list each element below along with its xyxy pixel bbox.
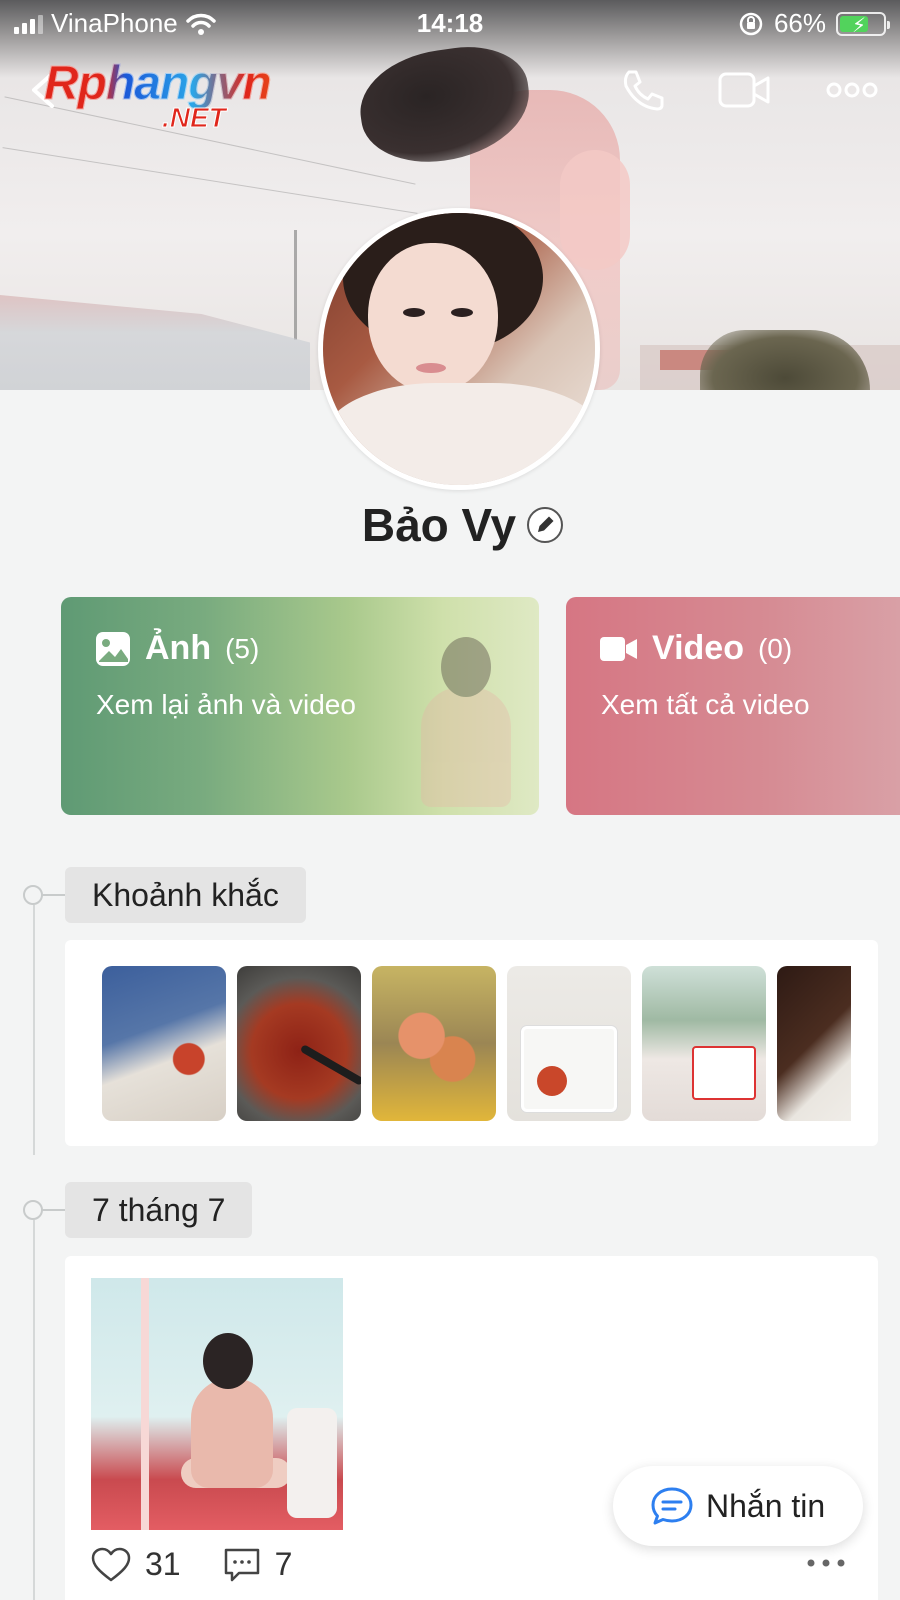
post-more-icon[interactable] xyxy=(806,1556,846,1570)
photos-card-count: (5) xyxy=(225,632,260,664)
videos-card[interactable]: Video (0) Xem tất cả video xyxy=(566,597,900,815)
battery-icon: ⚡ xyxy=(836,11,890,37)
videos-card-subtitle: Xem tất cả video xyxy=(601,689,810,720)
like-count: 31 xyxy=(145,1546,181,1582)
chat-bubble-icon xyxy=(651,1487,693,1525)
message-button[interactable]: Nhắn tin xyxy=(613,1466,863,1546)
moment-thumbnail[interactable] xyxy=(777,966,851,1121)
phone-icon[interactable] xyxy=(617,66,669,114)
date-label: 7 tháng 7 xyxy=(65,1182,253,1238)
moment-thumbnail[interactable] xyxy=(237,966,361,1121)
profile-name-row: Bảo Vy xyxy=(0,498,900,552)
videos-card-title: Video xyxy=(652,629,744,667)
rotation-lock-icon xyxy=(739,12,763,35)
moment-thumbnail[interactable] xyxy=(642,966,766,1121)
video-camera-icon xyxy=(600,636,637,661)
profile-name: Bảo Vy xyxy=(361,499,517,551)
comment-icon[interactable] xyxy=(223,1547,261,1583)
moments-strip[interactable] xyxy=(65,940,878,1146)
moment-thumbnail[interactable] xyxy=(102,966,226,1121)
post-photo[interactable] xyxy=(91,1278,343,1530)
heart-icon[interactable] xyxy=(91,1547,131,1583)
timeline-dot xyxy=(23,885,67,905)
timeline-post: 31 7 xyxy=(65,1256,878,1600)
watermark-logo: Rphangvn .NET xyxy=(44,56,314,140)
photos-card-subtitle: Xem lại ảnh và video xyxy=(96,689,356,720)
watermark-suffix: .NET xyxy=(162,102,227,134)
edit-icon[interactable] xyxy=(526,506,564,544)
battery-percent: 66% xyxy=(773,8,826,38)
moments-label: Khoảnh khắc xyxy=(65,867,306,923)
more-icon[interactable] xyxy=(826,66,878,114)
status-bar: VinaPhone 14:18 66% ⚡ xyxy=(0,0,900,46)
moment-thumbnail[interactable] xyxy=(507,966,631,1121)
moment-thumbnail[interactable] xyxy=(372,966,496,1121)
avatar[interactable] xyxy=(318,208,600,490)
image-icon xyxy=(96,631,130,666)
photos-card[interactable]: Ảnh (5) Xem lại ảnh và video xyxy=(61,597,539,815)
comment-count: 7 xyxy=(274,1546,293,1582)
videos-card-count: (0) xyxy=(757,632,793,664)
message-button-label: Nhắn tin xyxy=(706,1487,826,1524)
photos-card-title: Ảnh xyxy=(145,629,212,667)
video-call-icon[interactable] xyxy=(718,66,770,114)
timeline-dot xyxy=(23,1200,67,1220)
